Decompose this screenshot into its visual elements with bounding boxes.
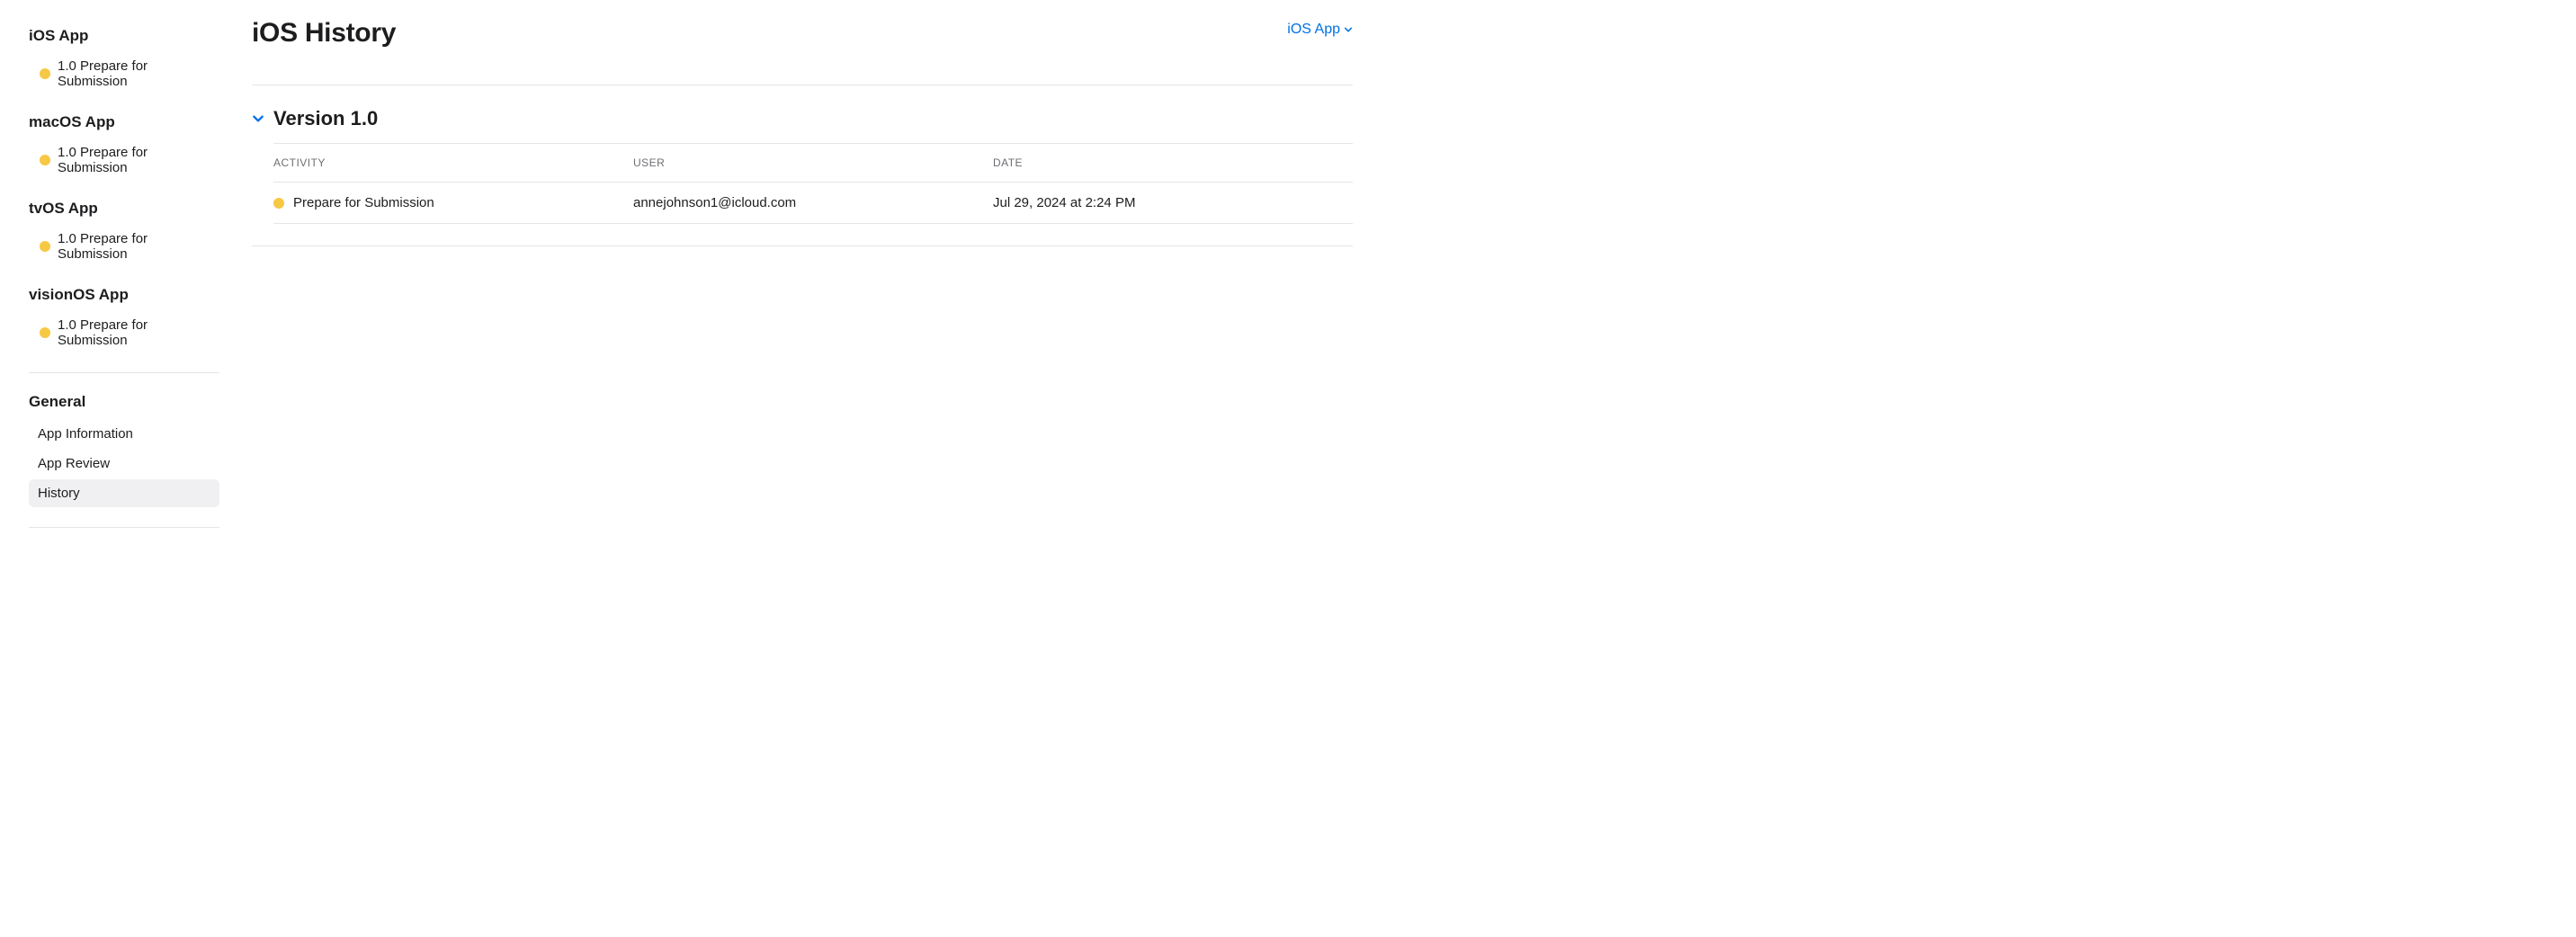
sidebar-item-macos-version[interactable]: 1.0 Prepare for Submission bbox=[29, 140, 219, 180]
date-cell: Jul 29, 2024 at 2:24 PM bbox=[993, 195, 1353, 210]
sidebar-platform-visionos: visionOS App 1.0 Prepare for Submission bbox=[0, 286, 234, 352]
sidebar-general-group: General App Information App Review Histo… bbox=[0, 393, 234, 507]
version-title: Version 1.0 bbox=[273, 107, 378, 130]
column-header-activity: ACTIVITY bbox=[273, 156, 633, 169]
activity-cell: Prepare for Submission bbox=[273, 195, 633, 210]
sidebar-platform-tvos: tvOS App 1.0 Prepare for Submission bbox=[0, 200, 234, 266]
column-header-date: DATE bbox=[993, 156, 1353, 169]
sidebar-heading-ios[interactable]: iOS App bbox=[29, 27, 219, 45]
chevron-down-icon bbox=[1344, 25, 1353, 34]
sidebar-item-label: 1.0 Prepare for Submission bbox=[58, 317, 219, 348]
sidebar-heading-visionos[interactable]: visionOS App bbox=[29, 286, 219, 304]
sidebar-item-ios-version[interactable]: 1.0 Prepare for Submission bbox=[29, 54, 219, 94]
status-pending-icon bbox=[40, 327, 50, 338]
sidebar-divider bbox=[29, 527, 219, 528]
version-disclosure-toggle[interactable]: Version 1.0 bbox=[252, 107, 1353, 130]
sidebar-divider bbox=[29, 372, 219, 373]
sidebar-item-tvos-version[interactable]: 1.0 Prepare for Submission bbox=[29, 227, 219, 266]
sidebar-link-history[interactable]: History bbox=[29, 479, 219, 507]
sidebar-platform-macos: macOS App 1.0 Prepare for Submission bbox=[0, 113, 234, 180]
sidebar-heading-general: General bbox=[29, 393, 219, 411]
status-pending-icon bbox=[40, 241, 50, 252]
sidebar-link-app-information[interactable]: App Information bbox=[29, 420, 219, 448]
table-header-row: ACTIVITY USER DATE bbox=[273, 143, 1353, 182]
main-content: iOS History iOS App Version 1.0 ACTIVITY… bbox=[234, 0, 1385, 937]
page-title: iOS History bbox=[252, 18, 396, 49]
version-section: Version 1.0 ACTIVITY USER DATE Prepare f… bbox=[252, 85, 1353, 246]
sidebar-item-label: 1.0 Prepare for Submission bbox=[58, 145, 219, 175]
sidebar-item-visionos-version[interactable]: 1.0 Prepare for Submission bbox=[29, 313, 219, 352]
chevron-down-icon bbox=[252, 112, 264, 125]
platform-selector-label: iOS App bbox=[1287, 22, 1340, 38]
column-header-user: USER bbox=[633, 156, 993, 169]
platform-selector[interactable]: iOS App bbox=[1287, 22, 1353, 38]
sidebar-item-label: 1.0 Prepare for Submission bbox=[58, 231, 219, 262]
activity-label: Prepare for Submission bbox=[293, 195, 434, 210]
status-pending-icon bbox=[40, 68, 50, 79]
sidebar-platform-ios: iOS App 1.0 Prepare for Submission bbox=[0, 27, 234, 94]
page-header: iOS History iOS App bbox=[252, 18, 1353, 85]
user-cell: annejohnson1@icloud.com bbox=[633, 195, 993, 210]
history-table: ACTIVITY USER DATE Prepare for Submissio… bbox=[273, 143, 1353, 224]
sidebar: iOS App 1.0 Prepare for Submission macOS… bbox=[0, 0, 234, 937]
sidebar-item-label: 1.0 Prepare for Submission bbox=[58, 58, 219, 89]
status-pending-icon bbox=[40, 155, 50, 165]
sidebar-heading-tvos[interactable]: tvOS App bbox=[29, 200, 219, 218]
table-row: Prepare for Submission annejohnson1@iclo… bbox=[273, 182, 1353, 224]
sidebar-link-app-review[interactable]: App Review bbox=[29, 450, 219, 477]
sidebar-heading-macos[interactable]: macOS App bbox=[29, 113, 219, 131]
status-pending-icon bbox=[273, 198, 284, 209]
